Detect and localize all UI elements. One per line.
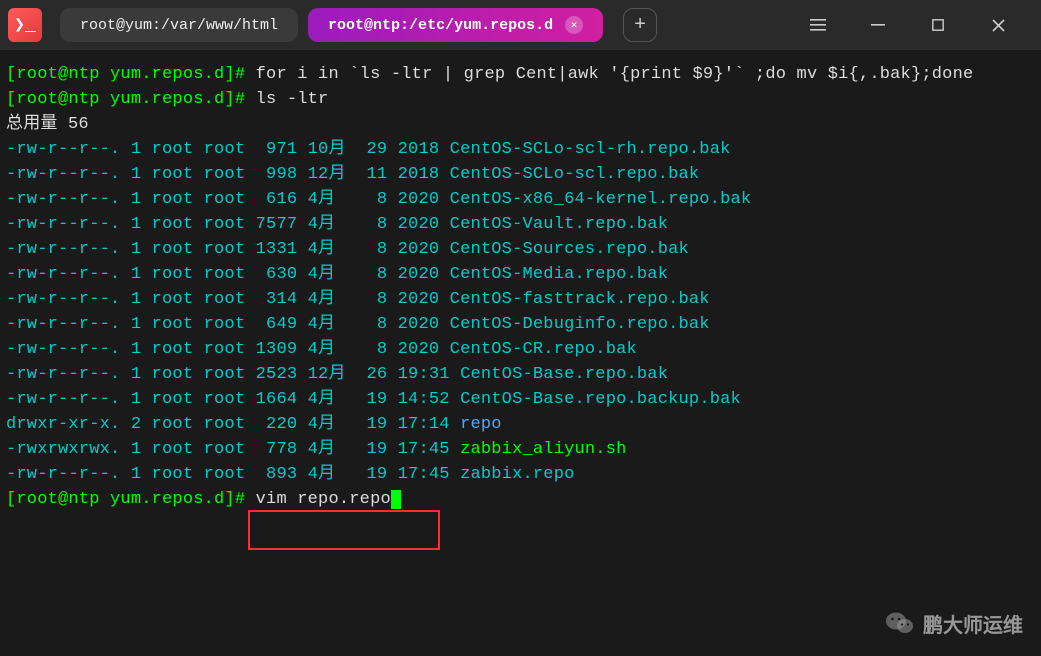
- titlebar: ❯_ root@yum:/var/www/html root@ntp:/etc/…: [0, 0, 1041, 50]
- new-tab-button[interactable]: +: [623, 8, 657, 42]
- minimize-icon: [871, 18, 885, 32]
- menu-button[interactable]: [803, 10, 833, 40]
- watermark-text: 鹏大师运维: [923, 609, 1023, 638]
- tab-inactive[interactable]: root@yum:/var/www/html: [60, 8, 298, 42]
- watermark: 鹏大师运维: [885, 608, 1023, 638]
- terminal-window: ❯_ root@yum:/var/www/html root@ntp:/etc/…: [0, 0, 1041, 656]
- app-icon[interactable]: ❯_: [8, 8, 42, 42]
- minimize-button[interactable]: [863, 10, 893, 40]
- close-icon[interactable]: ✕: [565, 16, 583, 34]
- window-controls: [803, 10, 1033, 40]
- tab-active[interactable]: root@ntp:/etc/yum.repos.d ✕: [308, 8, 603, 42]
- hamburger-icon: [810, 18, 826, 32]
- prompt-icon: ❯_: [14, 14, 36, 36]
- tab-label: root@ntp:/etc/yum.repos.d: [328, 17, 553, 34]
- tab-label: root@yum:/var/www/html: [80, 17, 278, 34]
- close-icon: [992, 19, 1005, 32]
- maximize-button[interactable]: [923, 10, 953, 40]
- terminal-output[interactable]: [root@ntp yum.repos.d]# for i in `ls -lt…: [0, 50, 1041, 518]
- close-button[interactable]: [983, 10, 1013, 40]
- maximize-icon: [932, 19, 944, 31]
- tab-strip: root@yum:/var/www/html root@ntp:/etc/yum…: [60, 8, 803, 42]
- wechat-icon: [885, 608, 915, 638]
